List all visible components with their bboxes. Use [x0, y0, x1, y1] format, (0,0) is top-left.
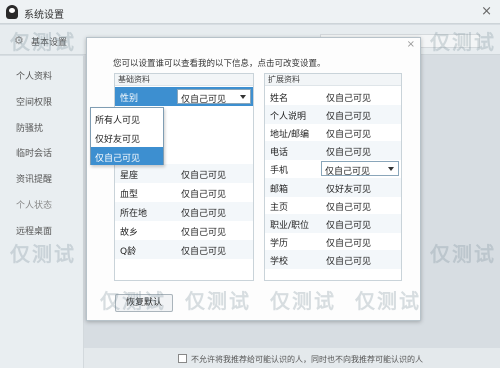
- row-value: 仅自己可见: [326, 257, 372, 267]
- dropdown-option-friends[interactable]: 仅好友可见: [91, 128, 163, 146]
- row-value: 仅自己可见: [326, 148, 372, 158]
- row-label: 血型: [120, 190, 139, 200]
- sidebar-item-news-alerts[interactable]: 资讯提醒: [16, 172, 52, 185]
- sidebar-item-profile[interactable]: 个人资料: [16, 69, 52, 82]
- window-close-icon[interactable]: ×: [481, 4, 492, 19]
- row-label: 职业/职位: [270, 221, 310, 231]
- row-label: 性别: [120, 94, 139, 104]
- row-label: 主页: [270, 203, 289, 213]
- table-row[interactable]: Q龄 仅自己可见: [115, 240, 253, 259]
- table-row[interactable]: 姓名 仅自己可见: [265, 87, 401, 106]
- select-value: 仅自己可见: [181, 95, 227, 105]
- table-row[interactable]: 个人说明 仅自己可见: [265, 105, 401, 124]
- gear-icon: ⚙: [14, 34, 24, 47]
- row-value: 仅自己可见: [326, 221, 372, 231]
- row-label: 星座: [120, 171, 139, 181]
- window-title: 系统设置: [24, 10, 64, 21]
- sidebar-item-space-permissions[interactable]: 空间权限: [16, 95, 52, 108]
- sidebar-item-anti-harassment[interactable]: 防骚扰: [16, 121, 43, 134]
- dropdown-option-everyone[interactable]: 所有人可见: [91, 109, 163, 127]
- table-row[interactable]: 邮箱 仅好友可见: [265, 178, 401, 197]
- row-value: 仅自己可见: [181, 247, 227, 257]
- chevron-down-icon: [388, 167, 394, 171]
- table-row[interactable]: 故乡 仅自己可见: [115, 221, 253, 240]
- visibility-dropdown-menu: 所有人可见 仅好友可见 仅自己可见: [90, 107, 164, 165]
- tab-basic-settings[interactable]: 基本设置: [31, 35, 67, 48]
- table-row[interactable]: 地址/邮编 仅自己可见: [265, 123, 401, 142]
- recommend-checkbox-label: 不允许将我推荐给可能认识的人，同时也不向我推荐可能认识的人: [191, 355, 423, 364]
- row-label: 个人说明: [270, 112, 307, 122]
- row-value: 仅自己可见: [181, 171, 227, 181]
- row-value: 仅自己可见: [181, 190, 227, 200]
- row-label: 手机: [270, 166, 289, 176]
- watermark-text: 仅测试: [430, 242, 496, 266]
- table-row[interactable]: 血型 仅自己可见: [115, 183, 253, 202]
- row-value: 仅好友可见: [326, 185, 372, 195]
- row-label: 邮箱: [270, 185, 289, 195]
- row-label: 所在地: [120, 209, 148, 219]
- table-row[interactable]: 职业/职位 仅自己可见: [265, 214, 401, 233]
- row-label: Q龄: [120, 247, 137, 257]
- panel-header-basic: 基础资料: [115, 74, 253, 86]
- sidebar-group-personal-status: 个人状态: [16, 201, 53, 211]
- chevron-down-icon: [240, 95, 246, 99]
- row-label: 学历: [270, 239, 289, 249]
- table-row[interactable]: 性别 仅自己可见: [115, 87, 253, 106]
- table-row[interactable]: 手机 仅自己可见: [265, 159, 401, 178]
- row-value: 仅自己可见: [326, 130, 372, 140]
- row-label: 学校: [270, 257, 289, 267]
- table-row[interactable]: 所在地 仅自己可见: [115, 202, 253, 221]
- visibility-select[interactable]: 仅自己可见: [321, 161, 399, 177]
- sidebar-item-remote-desktop[interactable]: 远程桌面: [16, 224, 52, 237]
- dialog-close-icon[interactable]: ×: [407, 39, 415, 50]
- row-label: 故乡: [120, 228, 139, 238]
- table-row[interactable]: 学历 仅自己可见: [265, 232, 401, 251]
- privacy-dialog: × 您可以设置谁可以查看我的以下信息，点击可改变设置。 基础资料 性别 仅自己可…: [86, 37, 421, 321]
- row-value: 仅自己可见: [326, 94, 372, 104]
- row-label: 姓名: [270, 94, 289, 104]
- restore-default-button[interactable]: 恢复默认: [115, 294, 173, 312]
- dropdown-option-self[interactable]: 仅自己可见: [91, 147, 163, 165]
- basic-info-panel: 基础资料 性别 仅自己可见 生日 年龄 生肖 星座仅自己可见 血型仅自己可见 所…: [114, 73, 254, 281]
- row-value: 仅自己可见: [326, 239, 372, 249]
- row-value: 仅自己可见: [326, 203, 372, 213]
- row-value: 仅自己可见: [181, 209, 227, 219]
- table-row[interactable]: 主页 仅自己可见: [265, 196, 401, 215]
- table-row[interactable]: 学校 仅自己可见: [265, 250, 401, 269]
- extended-info-panel: 扩展资料 姓名 仅自己可见 个人说明 仅自己可见 地址/邮编 仅自己可见 电话 仅自己可…: [264, 73, 402, 281]
- app-logo-icon: [6, 5, 18, 19]
- row-label: 地址/邮编: [270, 130, 310, 140]
- table-row[interactable]: 星座 仅自己可见: [115, 164, 253, 183]
- sidebar-item-temp-session[interactable]: 临时会话: [16, 146, 52, 159]
- recommend-checkbox[interactable]: [178, 354, 187, 363]
- dialog-intro: 您可以设置谁可以查看我的以下信息，点击可改变设置。: [113, 59, 326, 69]
- table-row[interactable]: 电话 仅自己可见: [265, 141, 401, 160]
- select-value: 仅自己可见: [325, 167, 371, 177]
- visibility-select[interactable]: 仅自己可见: [177, 89, 251, 105]
- row-value: 仅自己可见: [326, 112, 372, 122]
- row-value: 仅自己可见: [181, 228, 227, 238]
- title-bar: [0, 0, 500, 24]
- row-label: 电话: [270, 148, 289, 158]
- panel-header-extended: 扩展资料: [265, 74, 401, 86]
